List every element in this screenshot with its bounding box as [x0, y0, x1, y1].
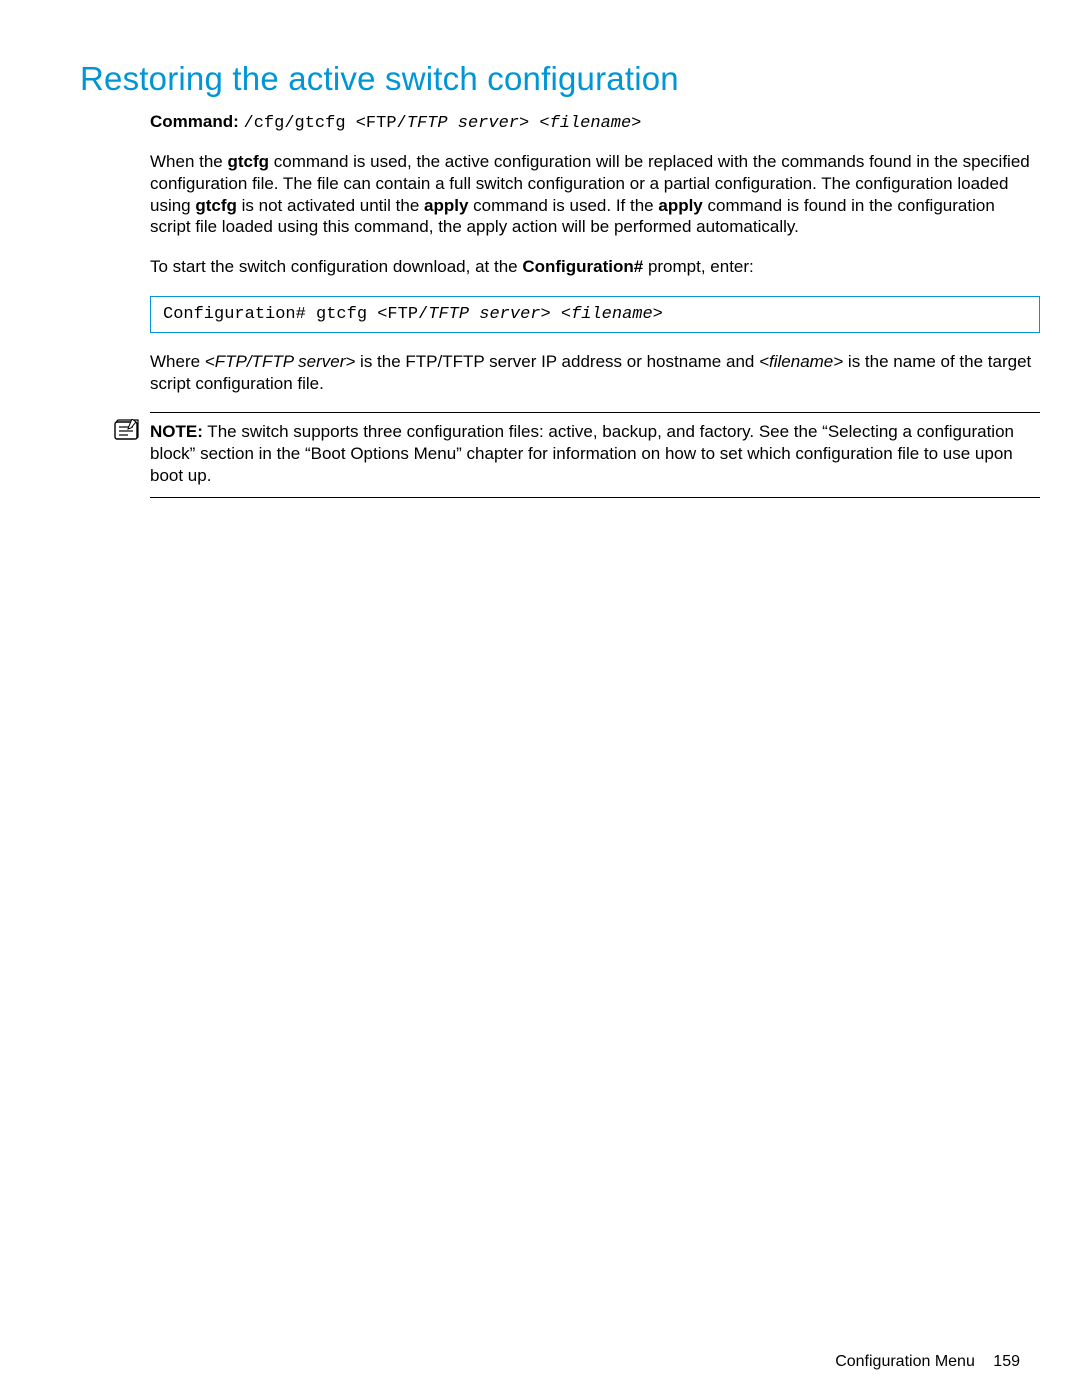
command-prefix: /cfg/gtcfg <FTP/: [244, 114, 407, 133]
command-italic: TFTP server> <filename>: [407, 114, 642, 133]
code-box: Configuration# gtcfg <FTP/TFTP server> <…: [150, 296, 1040, 333]
page-heading: Restoring the active switch configuratio…: [80, 60, 1038, 98]
footer-page-number: 159: [993, 1353, 1020, 1370]
note-text: The switch supports three configuration …: [150, 422, 1014, 485]
code-italic: TFTP server> <filename>: [428, 305, 663, 324]
note-icon: [114, 419, 140, 441]
note-body: NOTE: The switch supports three configur…: [150, 421, 1040, 486]
note-label: NOTE:: [150, 422, 203, 441]
note-block: NOTE: The switch supports three configur…: [150, 412, 1040, 497]
paragraph-1: When the gtcfg command is used, the acti…: [150, 151, 1040, 238]
page-footer: Configuration Menu 159: [835, 1353, 1020, 1371]
command-line: Command: /cfg/gtcfg <FTP/TFTP server> <f…: [150, 112, 1040, 133]
content-block: Command: /cfg/gtcfg <FTP/TFTP server> <f…: [150, 112, 1040, 498]
command-label: Command:: [150, 112, 239, 131]
paragraph-2: To start the switch configuration downlo…: [150, 256, 1040, 278]
command-code: /cfg/gtcfg <FTP/TFTP server> <filename>: [244, 114, 642, 133]
code-prompt: Configuration# gtcfg <FTP/: [163, 305, 428, 324]
footer-section: Configuration Menu: [835, 1353, 975, 1370]
paragraph-3: Where <FTP/TFTP server> is the FTP/TFTP …: [150, 351, 1040, 395]
